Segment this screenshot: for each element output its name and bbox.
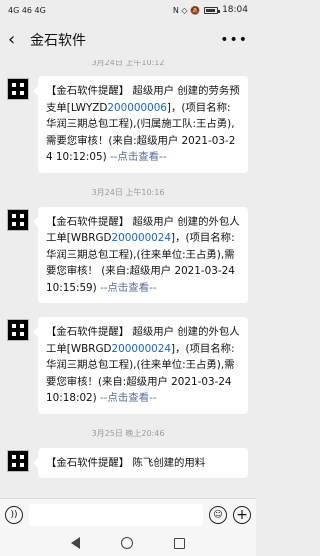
status-right: N ◇ 🔕 18:04 xyxy=(173,5,248,15)
system-nav-bar xyxy=(0,530,256,556)
nav-recent-icon[interactable] xyxy=(174,537,186,549)
add-more-icon[interactable]: + xyxy=(233,505,251,524)
view-link[interactable]: --点击查看-- xyxy=(100,392,157,404)
chat-title: 金石软件 xyxy=(30,33,86,49)
input-bar: )) ☺ + xyxy=(0,498,256,530)
document-code: 200000024 xyxy=(111,232,172,244)
status-bar: 4G 46 4G N ◇ 🔕 18:04 xyxy=(0,0,256,20)
message-item[interactable]: 【金石软件提醒】 超级用户 创建的外包人工单[WBRGD200000024]，(… xyxy=(0,206,256,303)
chat-area[interactable]: 3月24日 上午10:12 【金石软件提醒】 超级用户 创建的劳务预支单[LWY… xyxy=(0,60,256,498)
qr-avatar-icon[interactable] xyxy=(7,449,29,472)
nav-back-icon[interactable] xyxy=(70,537,80,549)
battery-icon xyxy=(204,6,221,14)
message-bubble[interactable]: 【金石软件提醒】 超级用户 创建的外包人工单[WBRGD200000024]，(… xyxy=(38,206,248,303)
qr-avatar-icon[interactable] xyxy=(7,208,29,231)
back-arrow-icon[interactable]: ‹ xyxy=(8,31,26,49)
timestamp: 3月25日 晚上20:46 xyxy=(91,428,165,438)
document-code: 200000024 xyxy=(111,342,172,355)
message-item[interactable]: 【金石软件提醒】 超级用户 创建的劳务预支单[LWYZD200000006]，(… xyxy=(0,76,256,173)
view-link[interactable]: --点击查看-- xyxy=(100,282,157,294)
signal-indicators: 4G 46 4G xyxy=(8,6,46,15)
view-link[interactable]: --点击查看-- xyxy=(110,151,167,163)
message-bubble[interactable]: 【金石软件提醒】 超级用户 创建的劳务预支单[LWYZD200000006]，(… xyxy=(38,76,248,173)
nav-home-icon[interactable] xyxy=(120,537,133,549)
signal-text: 4G 46 4G xyxy=(8,5,46,15)
message-item[interactable]: 【金石软件提醒】 陈飞创建的用料 xyxy=(0,447,256,478)
voice-icon[interactable]: )) xyxy=(5,505,23,524)
status-icons: N ◇ 🔕 xyxy=(172,5,201,15)
emoji-icon[interactable]: ☺ xyxy=(209,505,227,524)
timestamp: 3月24日 上午10:12 xyxy=(91,60,165,67)
message-text: 【金石软件提醒】 陈飞创建的用料 xyxy=(46,456,206,469)
qr-avatar-icon[interactable] xyxy=(7,319,29,341)
title-bar: ‹ 金石软件 ••• xyxy=(0,20,256,60)
message-bubble[interactable]: 【金石软件提醒】 陈飞创建的用料 xyxy=(38,447,248,478)
message-item[interactable]: 【金石软件提醒】 超级用户 创建的外包人工单[WBRGD200000024]，(… xyxy=(0,317,256,414)
document-code: 200000006 xyxy=(107,101,167,114)
qr-avatar-icon[interactable] xyxy=(7,78,29,100)
timestamp: 3月24日 上午10:16 xyxy=(91,187,165,197)
message-bubble[interactable]: 【金石软件提醒】 超级用户 创建的外包人工单[WBRGD200000024]，(… xyxy=(38,317,248,414)
more-menu-icon[interactable]: ••• xyxy=(220,32,248,48)
status-time: 18:04 xyxy=(222,5,248,15)
message-input[interactable] xyxy=(29,503,203,526)
